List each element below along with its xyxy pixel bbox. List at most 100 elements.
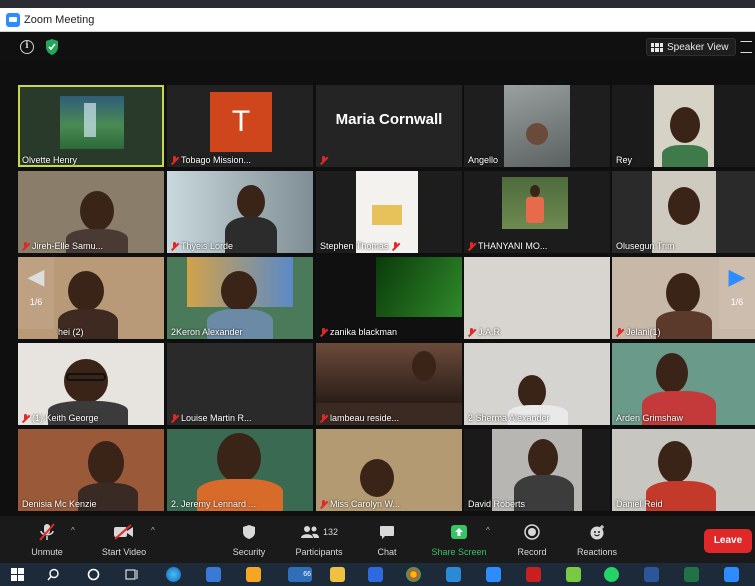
encryption-shield-icon[interactable]: [44, 38, 60, 56]
video-tile[interactable]: 2. Jeremy Lennard ...: [167, 429, 313, 511]
participant-name: Arden Grimshaw: [616, 413, 684, 423]
chevron-left-icon: ◀: [27, 264, 45, 289]
video-tile[interactable]: Maria Cornwall: [316, 85, 462, 167]
participant-name: Louise Martin R...: [171, 413, 252, 423]
participant-face: [360, 459, 394, 497]
muted-mic-icon: [171, 241, 178, 251]
video-tile[interactable]: 2 Sherma Alexander: [464, 343, 610, 425]
video-tile[interactable]: Daniel Reid: [612, 429, 755, 511]
mail-icon[interactable]: 66: [288, 567, 312, 582]
video-tile[interactable]: (1) Keith George: [18, 343, 164, 425]
speaker-view-button[interactable]: Speaker View: [646, 38, 736, 56]
share-screen-button[interactable]: Share Screen: [428, 520, 490, 557]
video-app-icon[interactable]: [724, 567, 739, 582]
muted-mic-icon: [22, 241, 29, 251]
video-tile[interactable]: Arden Grimshaw: [612, 343, 755, 425]
speaker-view-label: Speaker View: [667, 41, 729, 53]
participant-body: [656, 311, 712, 339]
participant-face: [670, 107, 700, 143]
unmute-button[interactable]: Unmute: [22, 520, 72, 557]
muted-mic-icon: [22, 413, 29, 423]
share-screen-icon: [428, 520, 490, 544]
participant-face: [666, 273, 700, 313]
video-tile[interactable]: 2Keron Alexander: [167, 257, 313, 339]
reactions-button[interactable]: Reactions: [574, 520, 620, 557]
participant-name: Jireh-Elle Samu...: [22, 241, 103, 251]
video-tile[interactable]: Stephen Thomas: [316, 171, 462, 253]
leave-button[interactable]: Leave: [704, 529, 752, 553]
glasses-shape: [66, 373, 106, 381]
windows-start-icon[interactable]: [10, 567, 25, 582]
media-player-icon[interactable]: [246, 567, 261, 582]
participants-button[interactable]: 132 Participants: [290, 520, 348, 557]
edge-browser-icon[interactable]: [166, 567, 181, 582]
participant-name: Rey: [616, 155, 633, 165]
participant-body: [662, 145, 708, 167]
participant-name: 2 Sherma Alexander: [468, 413, 550, 423]
video-tile[interactable]: Rey: [612, 85, 755, 167]
video-tile[interactable]: THANYANI MO...: [464, 171, 610, 253]
participant-face: [217, 433, 261, 483]
file-explorer-icon[interactable]: [330, 567, 345, 582]
smiley-icon: [574, 520, 620, 544]
previous-page-button[interactable]: ◀ 1/6: [18, 257, 54, 329]
search-icon[interactable]: [46, 567, 61, 582]
participant-name: David Roberts: [468, 499, 526, 509]
participant-name: J.A.R: [468, 327, 500, 337]
muted-mic-icon: [468, 241, 475, 251]
video-tile[interactable]: Olusegun Trim: [612, 171, 755, 253]
whatsapp-icon[interactable]: [604, 567, 619, 582]
video-options-caret[interactable]: ^: [151, 526, 155, 535]
video-tile[interactable]: J.A.R: [464, 257, 610, 339]
next-page-button[interactable]: ▶ 1/6: [719, 257, 755, 329]
video-tile[interactable]: T Tobago Mission...: [167, 85, 313, 167]
share-options-caret[interactable]: ^: [486, 526, 490, 535]
video-tile[interactable]: Jireh-Elle Samu...: [18, 171, 164, 253]
video-off-icon: [96, 520, 152, 544]
chrome-icon[interactable]: [406, 567, 421, 582]
grid-icon: [651, 42, 663, 52]
video-tile[interactable]: zanika blackman: [316, 257, 462, 339]
muted-mic-icon: [320, 156, 327, 165]
participant-face: [412, 351, 436, 381]
video-tile[interactable]: David Roberts: [464, 429, 610, 511]
record-button[interactable]: Record: [513, 520, 551, 557]
participant-face: [656, 353, 688, 393]
pdf-reader-icon[interactable]: [526, 567, 541, 582]
video-tile[interactable]: Olvette Henry: [18, 85, 164, 167]
start-video-button[interactable]: Start Video: [96, 520, 152, 557]
participant-face: [658, 441, 692, 483]
participant-name: lambeau reside...: [320, 413, 399, 423]
security-button[interactable]: Security: [228, 520, 270, 557]
task-view-icon[interactable]: [124, 567, 139, 582]
excel-icon[interactable]: [684, 567, 699, 582]
chat-bubble-icon: [372, 520, 402, 544]
participant-name: Stephen Thomas: [320, 241, 402, 251]
cortana-icon[interactable]: [86, 567, 101, 582]
zoom-taskbar-icon[interactable]: [446, 567, 461, 582]
video-tile[interactable]: Thyeis Lorde: [167, 171, 313, 253]
paint-icon[interactable]: [566, 567, 581, 582]
participant-name: Angello: [468, 155, 499, 165]
store-icon[interactable]: [206, 567, 221, 582]
video-tile[interactable]: Denisia Mc Kenzie: [18, 429, 164, 511]
participant-name: THANYANI MO...: [468, 241, 547, 251]
participant-name: 2. Jeremy Lennard ...: [171, 499, 257, 509]
participant-avatar: T: [210, 92, 272, 152]
video-tile[interactable]: lambeau reside...: [316, 343, 462, 425]
video-tile[interactable]: Angello: [464, 85, 610, 167]
participant-count: 132: [322, 527, 339, 537]
chat-button[interactable]: Chat: [372, 520, 402, 557]
video-tile[interactable]: Miss Carolyn W...: [316, 429, 462, 511]
participant-video: [376, 257, 462, 317]
fullscreen-icon[interactable]: [740, 41, 752, 53]
page-indicator-right: 1/6: [730, 297, 744, 307]
teams-icon[interactable]: [368, 567, 383, 582]
word-icon[interactable]: [644, 567, 659, 582]
video-tile[interactable]: Louise Martin R...: [167, 343, 313, 425]
info-icon[interactable]: i: [20, 40, 34, 54]
participant-name: Thyeis Lorde: [171, 241, 233, 251]
audio-options-caret[interactable]: ^: [71, 526, 75, 535]
zoom-meeting-taskbar-icon[interactable]: [486, 567, 501, 582]
participant-name: Tobago Mission...: [171, 155, 251, 165]
